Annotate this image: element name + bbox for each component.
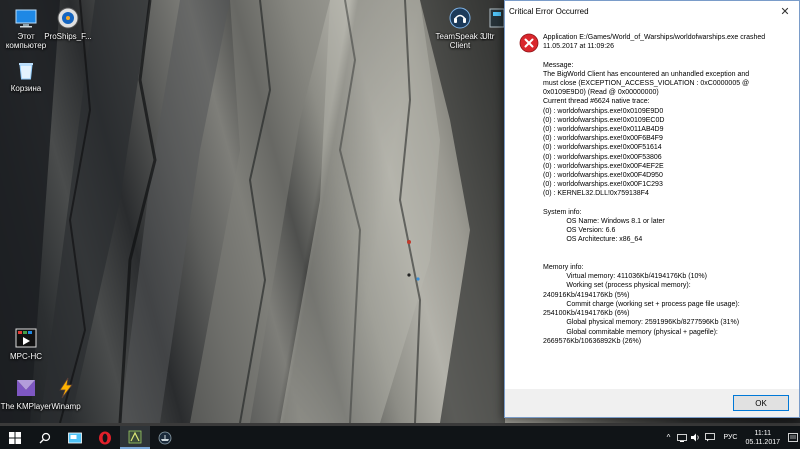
task-view-button[interactable] (60, 426, 90, 449)
notification-icon (788, 432, 798, 442)
desktop-icon-mpc-hc[interactable]: MPC-HC (0, 326, 52, 361)
action-center-button[interactable] (786, 426, 800, 449)
desktop-icon-ultra[interactable]: Ultr (482, 6, 504, 41)
desktop-icon-teamspeak[interactable]: TeamSpeak 3 Client (434, 6, 486, 50)
tray-overflow-button[interactable]: ^ (661, 426, 675, 449)
computer-icon (15, 9, 37, 28)
world-of-warships-icon (158, 431, 172, 444)
recycle-bin-icon (19, 63, 33, 80)
tray-speech[interactable] (703, 426, 717, 449)
chevron-up-icon: ^ (666, 433, 671, 442)
taskbar-game-center[interactable] (120, 426, 150, 449)
task-view-icon (68, 432, 82, 443)
desktop-icon-label: Этот компьютер (5, 32, 47, 50)
winamp-icon (59, 377, 73, 399)
taskbar-world-of-warships[interactable] (150, 426, 180, 449)
ultra-app-icon (489, 8, 504, 28)
critical-error-dialog: Critical Error Occurred ✕ Application E:… (504, 0, 800, 418)
error-message-text: Application E:/Games/World_of_Warships/w… (543, 34, 766, 400)
desktop-icon-label: ProShips_F... (44, 32, 92, 41)
tray-network[interactable] (675, 426, 689, 449)
close-icon: ✕ (780, 5, 790, 18)
dialog-titlebar[interactable]: Critical Error Occurred ✕ (505, 1, 799, 21)
tray-volume[interactable] (689, 426, 703, 449)
search-icon (39, 432, 51, 443)
desktop-icon-label: TeamSpeak 3 Client (435, 32, 485, 50)
teamspeak-icon (449, 7, 471, 29)
network-icon (677, 433, 688, 442)
mpc-hc-icon (15, 328, 37, 348)
taskbar: ^ РУС 11:11 05.11.2017 (0, 426, 800, 449)
start-button[interactable] (0, 426, 30, 449)
game-center-icon (128, 430, 142, 443)
kmplayer-icon (17, 380, 35, 396)
desktop-icon-label: Корзина (10, 84, 42, 93)
dialog-footer: OK (505, 389, 799, 417)
dialog-title: Critical Error Occurred (509, 6, 589, 16)
system-tray: ^ РУС 11:11 05.11.2017 (661, 426, 800, 449)
desktop-icon-winamp[interactable]: Winamp (40, 376, 92, 411)
language-indicator[interactable]: РУС (717, 434, 743, 441)
desktop-icon-label: Ultr (482, 32, 495, 41)
windows-logo-icon (9, 431, 21, 444)
opera-icon (99, 431, 111, 444)
error-icon (519, 33, 539, 53)
clock-date: 05.11.2017 (745, 438, 780, 446)
ok-button[interactable]: OK (733, 395, 789, 411)
desktop-icon-label: MPC-HC (10, 352, 42, 361)
clock-time: 11:11 (754, 429, 771, 437)
desktop-icon-proships[interactable]: ProShips_F... (42, 6, 94, 41)
proships-icon (57, 7, 79, 29)
desktop-icon-recycle-bin[interactable]: Корзина (0, 58, 52, 93)
desktop-icon-label: Winamp (51, 402, 81, 411)
close-button[interactable]: ✕ (771, 1, 799, 21)
speaker-icon (691, 433, 700, 442)
dialog-content: Application E:/Games/World_of_Warships/w… (505, 21, 799, 400)
search-button[interactable] (30, 426, 60, 449)
message-icon (705, 433, 716, 442)
clock[interactable]: 11:11 05.11.2017 (743, 429, 786, 447)
taskbar-opera[interactable] (90, 426, 120, 449)
